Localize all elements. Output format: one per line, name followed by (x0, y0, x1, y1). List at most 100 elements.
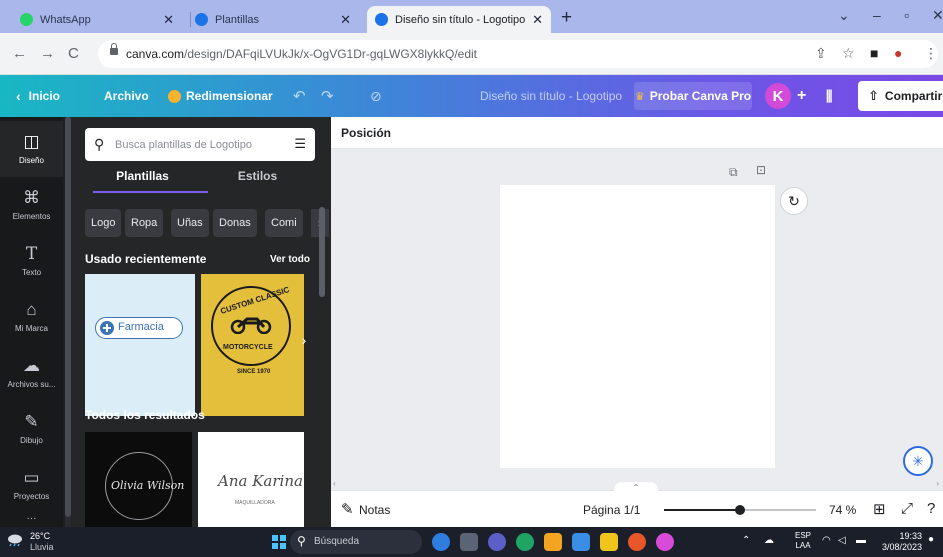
firefox-icon[interactable] (628, 533, 646, 551)
rail-item-text[interactable]: T Texto (0, 233, 63, 289)
help-icon[interactable]: ? (927, 500, 935, 517)
weather-widget[interactable]: 26°C Lluvia (30, 531, 54, 553)
chip-donas[interactable]: Donas (213, 209, 257, 237)
minimize-icon[interactable]: – (873, 7, 881, 23)
back-icon[interactable]: ← (12, 45, 27, 62)
rail-item-elements[interactable]: ⌘ Elementos (0, 177, 63, 233)
design-page[interactable] (500, 185, 775, 468)
onedrive-icon[interactable]: ☁ (764, 535, 774, 546)
home-button[interactable]: ‹ Inicio (16, 75, 60, 117)
language-indicator[interactable]: ESP LAA (795, 531, 811, 551)
template-signature[interactable]: Ana Karina MAQUILLADORA (198, 432, 304, 527)
zoom-slider[interactable] (664, 505, 816, 515)
folder-icon: ▭ (23, 468, 40, 487)
zoom-slider-fill (664, 509, 740, 511)
tab-search-icon[interactable]: ⌄ (838, 7, 850, 24)
volume-icon[interactable]: ◁ (838, 535, 846, 546)
rail-item-design[interactable]: ◫ Diseño (0, 121, 63, 177)
tab-canva-design[interactable]: Diseño sin título - Logotipo ✕ (367, 6, 551, 33)
template-search-input[interactable] (115, 135, 280, 154)
try-pro-button[interactable]: ♛ Probar Canva Pro (634, 82, 752, 110)
duplicate-page-icon[interactable]: ⧉ (729, 165, 738, 180)
taskbar-search[interactable]: ⚲ Búsqueda (290, 530, 422, 554)
tab-styles[interactable]: Estilos (200, 169, 315, 183)
share-button[interactable]: ⇧ Compartir (858, 81, 943, 111)
close-tab-icon[interactable]: ✕ (163, 12, 174, 28)
filter-icon[interactable]: ☰ (294, 136, 306, 152)
rail-item-draw[interactable]: ✎ Dibujo (0, 401, 63, 457)
vlc-icon[interactable] (544, 533, 562, 551)
grid-view-icon[interactable]: ⊞ (873, 500, 886, 518)
scroll-right-icon[interactable]: › (936, 479, 939, 488)
close-tab-icon[interactable]: ✕ (532, 12, 543, 28)
add-collaborator-button[interactable]: + (797, 75, 806, 117)
rail-item-projects[interactable]: ▭ Proyectos (0, 457, 63, 513)
close-window-icon[interactable]: ✕ (932, 7, 943, 24)
copilot-icon[interactable] (432, 533, 450, 551)
document-title[interactable]: Diseño sin título - Logotipo (480, 75, 622, 117)
chip-unas[interactable]: Uñas (171, 209, 209, 237)
resize-button[interactable]: Redimensionar (168, 75, 273, 117)
tray-expand-icon[interactable]: ⌃ (742, 535, 750, 546)
rail-item-brand[interactable]: ⌂ Mi Marca (0, 289, 63, 345)
wifi-icon[interactable]: ◠ (822, 535, 831, 546)
avatar[interactable]: K (765, 83, 791, 109)
maximize-icon[interactable]: ▫ (904, 7, 909, 23)
tab-whatsapp[interactable]: WhatsApp ✕ (12, 6, 182, 33)
page-indicator[interactable]: Página 1/1 (583, 503, 640, 517)
close-tab-icon[interactable]: ✕ (340, 12, 351, 28)
cloud-saved-icon[interactable]: ⊘ (370, 75, 382, 117)
refresh-icon[interactable]: ↻ (780, 187, 808, 215)
battery-icon[interactable]: ▬ (856, 535, 866, 546)
pages-expand-icon[interactable]: ⌃ (614, 482, 658, 493)
chrome-taskbar-icon[interactable] (516, 533, 534, 551)
design-icon: ◫ (23, 132, 40, 151)
notes-button[interactable]: Notas (359, 503, 390, 517)
fullscreen-icon[interactable]: ⤢ (901, 500, 913, 517)
rain-cloud-icon (8, 534, 22, 547)
lock-icon (110, 43, 118, 55)
new-tab-button[interactable]: + (561, 8, 572, 28)
extension-icon[interactable]: ■ (870, 45, 878, 61)
menu-dots-icon[interactable]: ⋮ (924, 45, 938, 62)
chip-comida[interactable]: Comi (265, 209, 303, 237)
reload-icon[interactable]: C (68, 45, 79, 62)
undo-icon[interactable]: ↶ (293, 75, 306, 117)
more-apps-icon[interactable]: ··· (0, 509, 63, 527)
template-motorcycle[interactable]: CUSTOM CLASSIC MOTORCYCLE SINCE 1970 (201, 274, 304, 416)
file-menu-button[interactable]: Archivo (104, 75, 149, 117)
template-farmacia[interactable]: Farmacia (85, 274, 195, 416)
zoom-slider-knob[interactable] (735, 505, 745, 515)
position-button[interactable]: Posición (341, 126, 391, 140)
task-view-icon[interactable] (460, 533, 478, 551)
url-field[interactable]: canva.com/design/DAFqiLVUkJk/x-OgVG1Dr-g… (98, 40, 938, 68)
forward-icon[interactable]: → (40, 45, 55, 62)
templates-panel: ⚲ ☰ Plantillas Estilos Logo Ropa Uñas Do… (71, 117, 331, 527)
insights-chart-icon[interactable]: ⫼ (826, 75, 832, 117)
chrome-icon (375, 13, 388, 26)
share-page-icon[interactable]: ⇪ (815, 45, 827, 62)
magic-assistant-icon[interactable]: ✳ (903, 446, 933, 476)
scroll-left-icon[interactable]: ‹ (333, 479, 336, 488)
file-explorer-icon[interactable] (600, 533, 618, 551)
profile-icon[interactable]: ● (894, 45, 902, 61)
notification-icon[interactable]: ● (928, 534, 934, 545)
tab-templates[interactable]: Plantillas (85, 169, 200, 183)
clock[interactable]: 19:33 3/08/2023 (880, 531, 922, 553)
redo-icon[interactable]: ↷ (321, 75, 334, 117)
teams-icon[interactable] (488, 533, 506, 551)
tab-plantillas[interactable]: Plantillas ✕ (187, 6, 359, 33)
paint-icon[interactable] (656, 533, 674, 551)
store-icon[interactable] (572, 533, 590, 551)
add-page-icon[interactable]: ⊡ (756, 163, 766, 177)
windows-start-icon[interactable] (272, 535, 286, 549)
panel-scrollbar[interactable] (319, 207, 325, 527)
carousel-next-icon[interactable]: › (293, 325, 315, 355)
see-all-link[interactable]: Ver todo (270, 254, 310, 265)
chip-logo[interactable]: Logo (85, 209, 122, 237)
bookmark-star-icon[interactable]: ☆ (842, 45, 855, 62)
template-olivia[interactable]: Olivia Wilson (85, 432, 192, 527)
chip-ropa[interactable]: Ropa (125, 209, 164, 237)
rail-item-uploads[interactable]: ☁ Archivos su... (0, 345, 63, 401)
zoom-value[interactable]: 74 % (829, 503, 856, 517)
